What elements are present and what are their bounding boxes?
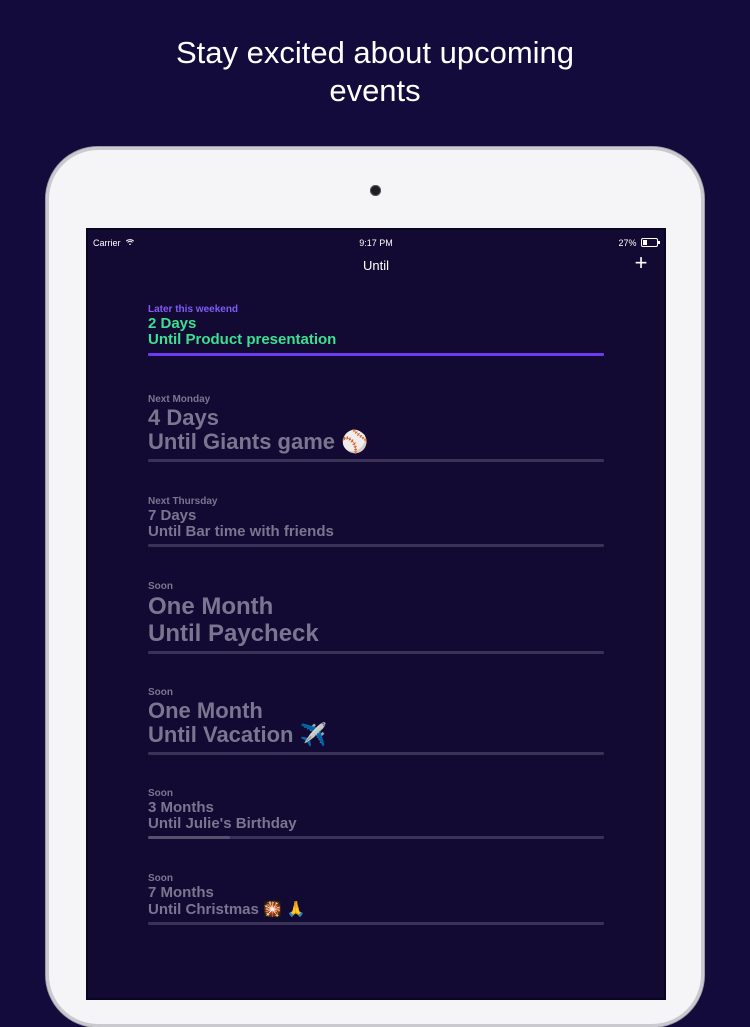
camera-icon [370, 185, 381, 196]
event-title: Until Vacation ✈️ [148, 723, 604, 748]
event-progress-fill [148, 836, 231, 839]
event-when: Next Thursday [148, 496, 218, 507]
event-countdown: 3 Months [148, 799, 214, 816]
event-progress-bar [148, 651, 604, 654]
baseball-icon: ⚾ [341, 430, 369, 455]
event-title: Until Product presentation [148, 332, 604, 348]
nav-title: Until [362, 258, 389, 273]
event-item[interactable]: Soon One Month Until Vacation ✈️ [148, 687, 604, 755]
event-title: Until Christmas 🎇 🙏 [148, 901, 604, 918]
event-title-text: Until Product presentation [148, 331, 337, 348]
airplane-icon: ✈️ [299, 723, 328, 748]
headline-line-1: Stay excited about upcoming [175, 35, 575, 70]
event-item[interactable]: Soon 3 Months Until Julie's Birthday [148, 788, 604, 839]
marketing-headline: Stay excited about upcoming events [0, 34, 750, 110]
event-title-text: Until Vacation [148, 722, 294, 747]
event-item[interactable]: Later this weekend 2 Days Until Product … [148, 304, 604, 356]
event-when: Soon [148, 581, 173, 592]
event-progress-bar [148, 459, 604, 462]
event-when: Soon [148, 873, 173, 884]
event-item[interactable]: Soon 7 Months Until Christmas 🎇 🙏 [148, 873, 604, 925]
event-title-text: Until Christmas [148, 901, 259, 918]
event-progress-bar [148, 353, 604, 356]
event-countdown: 7 Months [148, 884, 214, 901]
event-countdown: 4 Days [148, 405, 219, 430]
event-progress-bar [148, 836, 604, 839]
battery-percent: 27% [618, 238, 637, 248]
headline-line-2: events [329, 73, 421, 108]
event-countdown: One Month [148, 593, 274, 620]
event-title: Until Paycheck [148, 620, 604, 647]
event-progress-bar [148, 544, 604, 547]
event-progress-bar [148, 752, 604, 755]
event-title-text: Until Paycheck [148, 620, 319, 647]
event-countdown: 7 Days [148, 507, 197, 524]
event-when: Soon [148, 788, 173, 799]
event-title-text: Until Giants game [148, 429, 336, 454]
event-item[interactable]: Next Monday 4 Days Until Giants game ⚾ [148, 394, 604, 462]
event-title: Until Bar time with friends [148, 524, 604, 540]
event-title-text: Until Julie's Birthday [148, 815, 297, 832]
event-title-text: Until Bar time with friends [148, 523, 334, 540]
event-progress-bar [148, 922, 604, 925]
event-countdown: One Month [148, 698, 263, 723]
event-countdown: 2 Days [148, 315, 197, 332]
event-item[interactable]: Next Thursday 7 Days Until Bar time with… [148, 496, 604, 547]
event-title: Until Giants game ⚾ [148, 430, 604, 455]
event-title: Until Julie's Birthday [148, 816, 604, 832]
battery-indicator: 27% [618, 238, 660, 248]
add-event-button[interactable]: + [632, 252, 650, 274]
event-item[interactable]: Soon One Month Until Paycheck [148, 581, 604, 654]
battery-icon [641, 238, 660, 247]
status-time: 9:17 PM [359, 238, 393, 248]
event-when: Later this weekend [148, 304, 239, 315]
status-bar: Carrier 9:17 PM 27% [88, 235, 664, 251]
fireworks-praying-hands-icon: 🎇 🙏 [263, 900, 306, 918]
app-screen: Carrier 9:17 PM 27% Until + Later this w… [86, 228, 666, 1000]
event-progress-fill [148, 353, 604, 356]
